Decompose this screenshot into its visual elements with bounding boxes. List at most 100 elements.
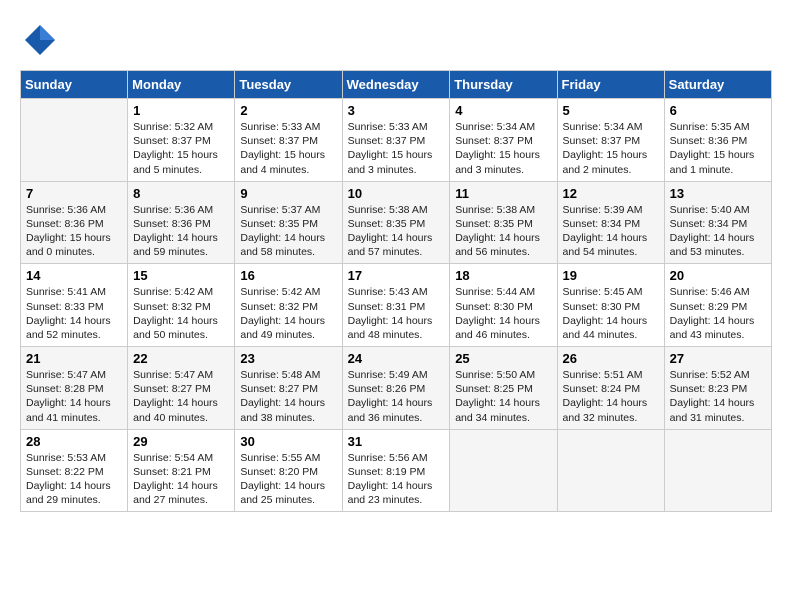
calendar-cell: 4 Sunrise: 5:34 AM Sunset: 8:37 PM Daylig… <box>450 99 557 182</box>
day-number: 5 <box>563 103 659 118</box>
day-number: 18 <box>455 268 551 283</box>
day-number: 26 <box>563 351 659 366</box>
cell-content: Sunrise: 5:55 AM Sunset: 8:20 PM Dayligh… <box>240 451 336 508</box>
cell-content: Sunrise: 5:46 AM Sunset: 8:29 PM Dayligh… <box>670 285 766 342</box>
page-header <box>20 20 772 60</box>
day-number: 29 <box>133 434 229 449</box>
day-number: 30 <box>240 434 336 449</box>
calendar-cell: 9 Sunrise: 5:37 AM Sunset: 8:35 PM Daylig… <box>235 181 342 264</box>
calendar-cell: 30 Sunrise: 5:55 AM Sunset: 8:20 PM Dayli… <box>235 429 342 512</box>
day-number: 22 <box>133 351 229 366</box>
cell-content: Sunrise: 5:44 AM Sunset: 8:30 PM Dayligh… <box>455 285 551 342</box>
calendar-cell: 11 Sunrise: 5:38 AM Sunset: 8:35 PM Dayli… <box>450 181 557 264</box>
day-number: 20 <box>670 268 766 283</box>
calendar-cell: 17Sunrise: 5:43 AM Sunset: 8:31 PM Dayli… <box>342 264 450 347</box>
day-number: 27 <box>670 351 766 366</box>
cell-content: Sunrise: 5:56 AM Sunset: 8:19 PM Dayligh… <box>348 451 445 508</box>
cell-content: Sunrise: 5:42 AM Sunset: 8:32 PM Dayligh… <box>133 285 229 342</box>
day-number: 10 <box>348 186 445 201</box>
calendar-cell: 15 Sunrise: 5:42 AM Sunset: 8:32 PM Dayli… <box>128 264 235 347</box>
calendar-cell: 24 Sunrise: 5:49 AM Sunset: 8:26 PM Dayli… <box>342 347 450 430</box>
cell-content: Sunrise: 5:35 AM Sunset: 8:36 PM Dayligh… <box>670 120 766 177</box>
calendar-week-row: 21Sunrise: 5:47 AM Sunset: 8:28 PM Dayli… <box>21 347 772 430</box>
calendar-cell: 5 Sunrise: 5:34 AM Sunset: 8:37 PM Daylig… <box>557 99 664 182</box>
cell-content: Sunrise: 5:52 AM Sunset: 8:23 PM Dayligh… <box>670 368 766 425</box>
cell-content: Sunrise: 5:32 AM Sunset: 8:37 PM Dayligh… <box>133 120 229 177</box>
day-number: 1 <box>133 103 229 118</box>
calendar-cell: 18 Sunrise: 5:44 AM Sunset: 8:30 PM Dayli… <box>450 264 557 347</box>
day-number: 12 <box>563 186 659 201</box>
cell-content: Sunrise: 5:39 AM Sunset: 8:34 PM Dayligh… <box>563 203 659 260</box>
calendar-cell: 27 Sunrise: 5:52 AM Sunset: 8:23 PM Dayli… <box>664 347 771 430</box>
calendar-cell: 25 Sunrise: 5:50 AM Sunset: 8:25 PM Dayli… <box>450 347 557 430</box>
calendar-cell: 23 Sunrise: 5:48 AM Sunset: 8:27 PM Dayli… <box>235 347 342 430</box>
calendar-cell: 6Sunrise: 5:35 AM Sunset: 8:36 PM Daylig… <box>664 99 771 182</box>
day-number: 24 <box>348 351 445 366</box>
calendar-week-row: 28Sunrise: 5:53 AM Sunset: 8:22 PM Dayli… <box>21 429 772 512</box>
day-number: 23 <box>240 351 336 366</box>
logo-icon <box>20 20 60 60</box>
calendar-cell: 21Sunrise: 5:47 AM Sunset: 8:28 PM Dayli… <box>21 347 128 430</box>
calendar-cell: 10 Sunrise: 5:38 AM Sunset: 8:35 PM Dayli… <box>342 181 450 264</box>
calendar-cell: 19Sunrise: 5:45 AM Sunset: 8:30 PM Dayli… <box>557 264 664 347</box>
calendar-cell: 29 Sunrise: 5:54 AM Sunset: 8:21 PM Dayli… <box>128 429 235 512</box>
calendar-cell <box>21 99 128 182</box>
cell-content: Sunrise: 5:37 AM Sunset: 8:35 PM Dayligh… <box>240 203 336 260</box>
day-number: 9 <box>240 186 336 201</box>
cell-content: Sunrise: 5:38 AM Sunset: 8:35 PM Dayligh… <box>455 203 551 260</box>
cell-content: Sunrise: 5:49 AM Sunset: 8:26 PM Dayligh… <box>348 368 445 425</box>
cell-content: Sunrise: 5:41 AM Sunset: 8:33 PM Dayligh… <box>26 285 122 342</box>
calendar-cell: 8Sunrise: 5:36 AM Sunset: 8:36 PM Daylig… <box>128 181 235 264</box>
calendar-week-row: 7 Sunrise: 5:36 AM Sunset: 8:36 PM Daylig… <box>21 181 772 264</box>
calendar-cell: 2Sunrise: 5:33 AM Sunset: 8:37 PM Daylig… <box>235 99 342 182</box>
calendar-table: SundayMondayTuesdayWednesdayThursdayFrid… <box>20 70 772 512</box>
day-number: 16 <box>240 268 336 283</box>
cell-content: Sunrise: 5:43 AM Sunset: 8:31 PM Dayligh… <box>348 285 445 342</box>
logo <box>20 20 66 60</box>
day-number: 19 <box>563 268 659 283</box>
col-header-thursday: Thursday <box>450 71 557 99</box>
col-header-tuesday: Tuesday <box>235 71 342 99</box>
cell-content: Sunrise: 5:38 AM Sunset: 8:35 PM Dayligh… <box>348 203 445 260</box>
cell-content: Sunrise: 5:47 AM Sunset: 8:27 PM Dayligh… <box>133 368 229 425</box>
calendar-cell: 12 Sunrise: 5:39 AM Sunset: 8:34 PM Dayli… <box>557 181 664 264</box>
cell-content: Sunrise: 5:53 AM Sunset: 8:22 PM Dayligh… <box>26 451 122 508</box>
day-number: 13 <box>670 186 766 201</box>
calendar-week-row: 14Sunrise: 5:41 AM Sunset: 8:33 PM Dayli… <box>21 264 772 347</box>
cell-content: Sunrise: 5:54 AM Sunset: 8:21 PM Dayligh… <box>133 451 229 508</box>
day-number: 4 <box>455 103 551 118</box>
cell-content: Sunrise: 5:34 AM Sunset: 8:37 PM Dayligh… <box>455 120 551 177</box>
cell-content: Sunrise: 5:33 AM Sunset: 8:37 PM Dayligh… <box>348 120 445 177</box>
cell-content: Sunrise: 5:40 AM Sunset: 8:34 PM Dayligh… <box>670 203 766 260</box>
day-number: 11 <box>455 186 551 201</box>
calendar-cell: 16 Sunrise: 5:42 AM Sunset: 8:32 PM Dayli… <box>235 264 342 347</box>
calendar-cell: 3 Sunrise: 5:33 AM Sunset: 8:37 PM Daylig… <box>342 99 450 182</box>
cell-content: Sunrise: 5:34 AM Sunset: 8:37 PM Dayligh… <box>563 120 659 177</box>
calendar-cell <box>557 429 664 512</box>
calendar-week-row: 1 Sunrise: 5:32 AM Sunset: 8:37 PM Daylig… <box>21 99 772 182</box>
cell-content: Sunrise: 5:42 AM Sunset: 8:32 PM Dayligh… <box>240 285 336 342</box>
col-header-wednesday: Wednesday <box>342 71 450 99</box>
calendar-cell: 22 Sunrise: 5:47 AM Sunset: 8:27 PM Dayli… <box>128 347 235 430</box>
calendar-cell: 1 Sunrise: 5:32 AM Sunset: 8:37 PM Daylig… <box>128 99 235 182</box>
day-number: 3 <box>348 103 445 118</box>
cell-content: Sunrise: 5:51 AM Sunset: 8:24 PM Dayligh… <box>563 368 659 425</box>
cell-content: Sunrise: 5:36 AM Sunset: 8:36 PM Dayligh… <box>133 203 229 260</box>
calendar-cell: 20 Sunrise: 5:46 AM Sunset: 8:29 PM Dayli… <box>664 264 771 347</box>
col-header-friday: Friday <box>557 71 664 99</box>
day-number: 15 <box>133 268 229 283</box>
day-number: 25 <box>455 351 551 366</box>
cell-content: Sunrise: 5:33 AM Sunset: 8:37 PM Dayligh… <box>240 120 336 177</box>
calendar-cell: 26 Sunrise: 5:51 AM Sunset: 8:24 PM Dayli… <box>557 347 664 430</box>
day-number: 7 <box>26 186 122 201</box>
cell-content: Sunrise: 5:48 AM Sunset: 8:27 PM Dayligh… <box>240 368 336 425</box>
col-header-monday: Monday <box>128 71 235 99</box>
calendar-cell: 13 Sunrise: 5:40 AM Sunset: 8:34 PM Dayli… <box>664 181 771 264</box>
calendar-header-row: SundayMondayTuesdayWednesdayThursdayFrid… <box>21 71 772 99</box>
day-number: 31 <box>348 434 445 449</box>
day-number: 21 <box>26 351 122 366</box>
calendar-cell <box>664 429 771 512</box>
cell-content: Sunrise: 5:50 AM Sunset: 8:25 PM Dayligh… <box>455 368 551 425</box>
calendar-cell: 31 Sunrise: 5:56 AM Sunset: 8:19 PM Dayli… <box>342 429 450 512</box>
cell-content: Sunrise: 5:36 AM Sunset: 8:36 PM Dayligh… <box>26 203 122 260</box>
